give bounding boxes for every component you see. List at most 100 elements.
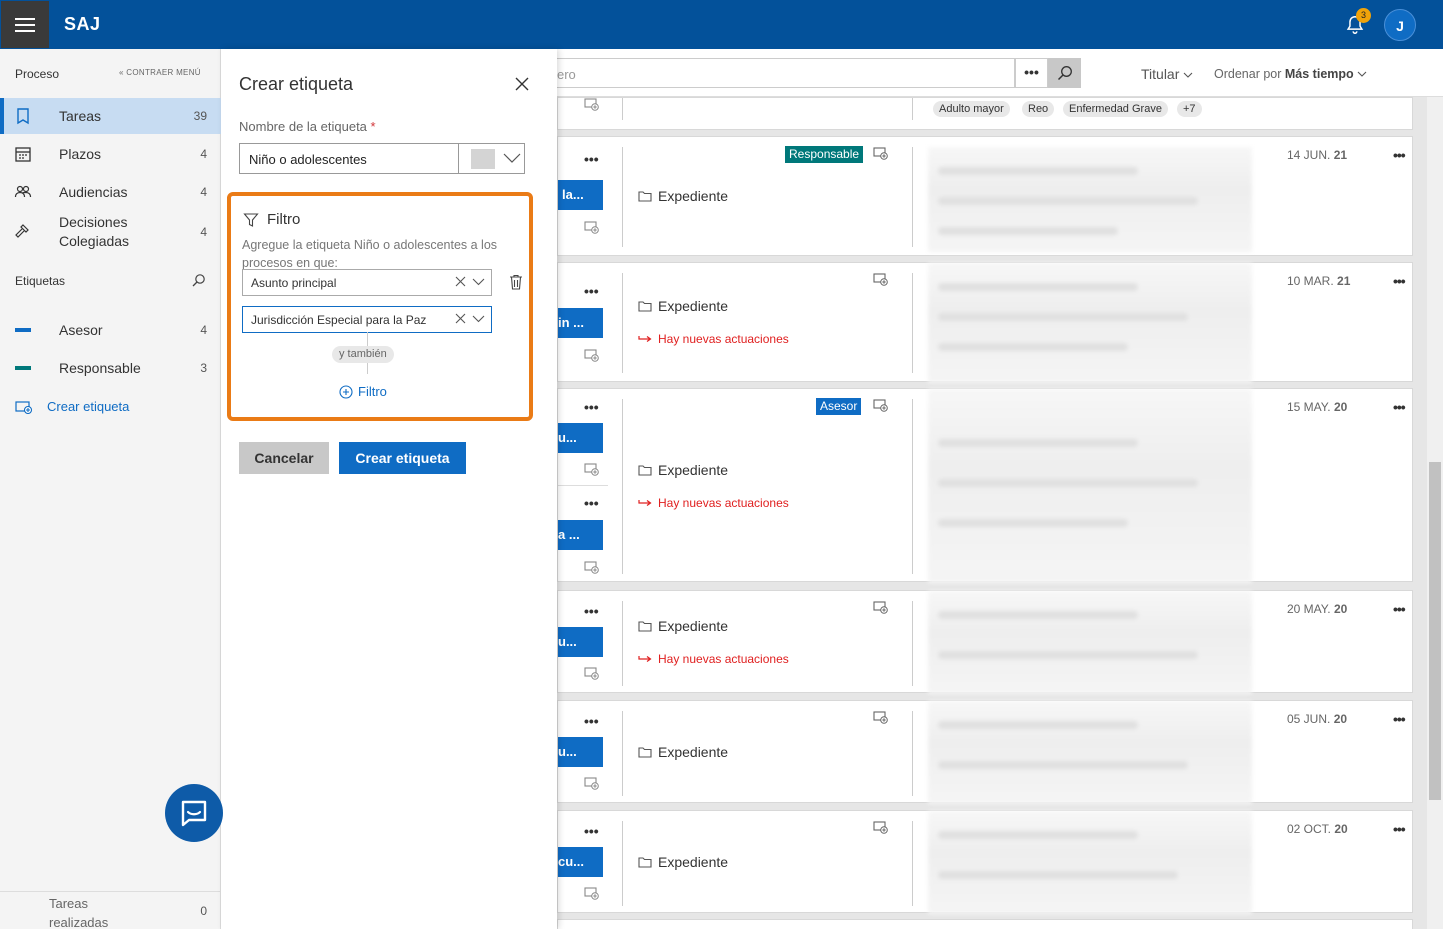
assign-icon[interactable] [584,349,600,363]
card-menu-button[interactable]: ••• [584,283,599,299]
task-card[interactable]: ••• cu... Expediente 02 OCT. 20 ••• [557,810,1413,914]
tags-header: Etiquetas [15,274,66,288]
card-action-button[interactable]: u... [558,627,603,657]
tag-add-icon[interactable] [873,273,889,287]
tag-count: 3 [200,361,207,375]
card-menu-button[interactable]: ••• [584,399,599,415]
expediente-link[interactable]: Expediente [638,854,728,870]
card-menu-button[interactable]: ••• [584,151,599,167]
search-input[interactable]: ero [557,58,1015,88]
card-action-button[interactable]: u... [558,737,603,767]
color-picker-dropdown[interactable] [458,143,525,174]
expediente-link[interactable]: Expediente [638,744,728,760]
add-filter-button[interactable]: Filtro [339,384,387,399]
tag-add-icon[interactable] [873,711,889,725]
card-menu-button[interactable]: ••• [584,823,599,839]
task-card[interactable] [557,919,1413,929]
card-more-button[interactable]: ••• [1393,399,1406,415]
search-icon [1057,66,1072,81]
assign-icon[interactable] [584,667,600,681]
new-actions-link[interactable]: Hay nuevas actuaciones [638,496,789,510]
create-tag-button[interactable]: Crear etiqueta [339,442,466,474]
sidebar-item-plazos[interactable]: Plazos 4 [0,136,221,172]
chat-button[interactable] [165,784,223,842]
sidebar-item-audiencias[interactable]: Audiencias 4 [0,174,221,210]
expediente-link[interactable]: Expediente [638,462,728,478]
sidebar-tag-asesor[interactable]: Asesor 4 [0,312,221,348]
card-action-button[interactable]: u... [558,423,603,453]
assign-icon[interactable] [584,777,600,791]
chevron-down-icon [1183,72,1193,78]
tag-add-icon[interactable] [873,821,889,835]
expediente-link[interactable]: Expediente [638,298,728,314]
tag-add-icon[interactable] [873,399,889,413]
sidebar-tag-responsable[interactable]: Responsable 3 [0,350,221,386]
completed-tasks-item[interactable]: Tareas realizadas 0 [0,891,221,929]
card-more-button[interactable]: ••• [1393,601,1406,617]
task-card[interactable]: ••• in ... Expediente Hay nuevas actuaci… [557,262,1413,383]
folder-icon [638,857,652,868]
assign-icon[interactable] [584,221,600,235]
task-card[interactable]: ••• u... Expediente Hay nuevas actuacion… [557,590,1413,694]
card-date: 20 MAY. 20 [1287,602,1347,616]
trash-icon[interactable] [509,274,523,290]
task-card[interactable]: ••• u... Expediente 05 JUN. 20 ••• [557,700,1413,804]
avatar[interactable]: J [1384,9,1416,41]
expediente-link[interactable]: Expediente [638,618,728,634]
collapse-menu-button[interactable]: « CONTRAER MENÚ [119,68,201,77]
card-action-button[interactable]: in ... [558,308,603,338]
sidebar-item-decisiones-colegiadas[interactable]: Decisiones Colegiadas 4 [0,212,221,252]
titular-dropdown[interactable]: Titular [1141,66,1193,82]
chip-more[interactable]: +7 [1177,101,1202,117]
clear-icon[interactable] [455,276,466,287]
hamburger-menu-button[interactable] [1,1,49,48]
card-action-button[interactable]: la... [558,180,603,210]
assign-icon[interactable] [584,463,600,477]
filter-icon [243,212,259,227]
tag-name-input[interactable]: Niño o adolescentes [239,143,459,174]
assign-icon[interactable] [584,98,600,112]
blurred-content [928,389,1252,583]
expediente-label: Expediente [658,618,729,634]
task-card[interactable]: Adulto mayor Reo Enfermedad Grave +7 [557,97,1413,130]
clear-icon[interactable] [455,313,466,324]
expediente-link[interactable]: Expediente [638,188,728,204]
search-button[interactable] [1048,58,1081,88]
tag-add-icon[interactable] [873,601,889,615]
task-card[interactable]: ••• la... Responsable Expediente 14 JUN.… [557,136,1413,256]
card-more-button[interactable]: ••• [1393,711,1406,727]
card-action-label: a ... [558,527,580,542]
chevron-down-icon[interactable] [472,315,485,323]
sort-dropdown[interactable]: Ordenar por Más tiempo [1214,67,1367,81]
filter-select-asunto[interactable]: Asunto principal [242,269,492,296]
tag-add-icon[interactable] [873,147,889,161]
chevron-down-icon[interactable] [472,278,485,286]
task-card[interactable]: ••• u... ••• a ... Asesor Expediente Hay… [557,388,1413,583]
more-options-button[interactable]: ••• [1015,58,1048,88]
new-actions-link[interactable]: Hay nuevas actuaciones [638,332,789,346]
filter-select-value: Jurisdicción Especial para la Paz [251,313,427,327]
sidebar-item-tareas[interactable]: Tareas 39 [0,98,221,134]
scrollbar-thumb[interactable] [1429,462,1441,800]
card-menu-button[interactable]: ••• [584,713,599,729]
scrollbar[interactable] [1427,97,1443,929]
assign-icon[interactable] [584,887,600,901]
divider [622,711,623,796]
card-menu-button[interactable]: ••• [584,603,599,619]
card-date-day: 10 MAR. [1287,274,1334,288]
card-menu-button[interactable]: ••• [584,495,599,511]
sidebar-item-label: Decisiones Colegiadas [59,213,129,251]
new-actions-link[interactable]: Hay nuevas actuaciones [638,652,789,666]
card-action-button[interactable]: a ... [558,520,603,550]
create-tag-link[interactable]: Crear etiqueta [15,399,129,414]
card-more-button[interactable]: ••• [1393,273,1406,289]
card-more-button[interactable]: ••• [1393,147,1406,163]
tag-pill: Responsable [785,146,864,163]
assign-icon[interactable] [584,561,600,575]
card-more-button[interactable]: ••• [1393,821,1406,837]
cancel-button[interactable]: Cancelar [239,442,329,474]
filter-select-jurisdiccion[interactable]: Jurisdicción Especial para la Paz [242,306,492,333]
search-icon[interactable] [192,273,206,287]
card-action-button[interactable]: cu... [558,847,603,877]
close-icon[interactable] [513,75,531,93]
